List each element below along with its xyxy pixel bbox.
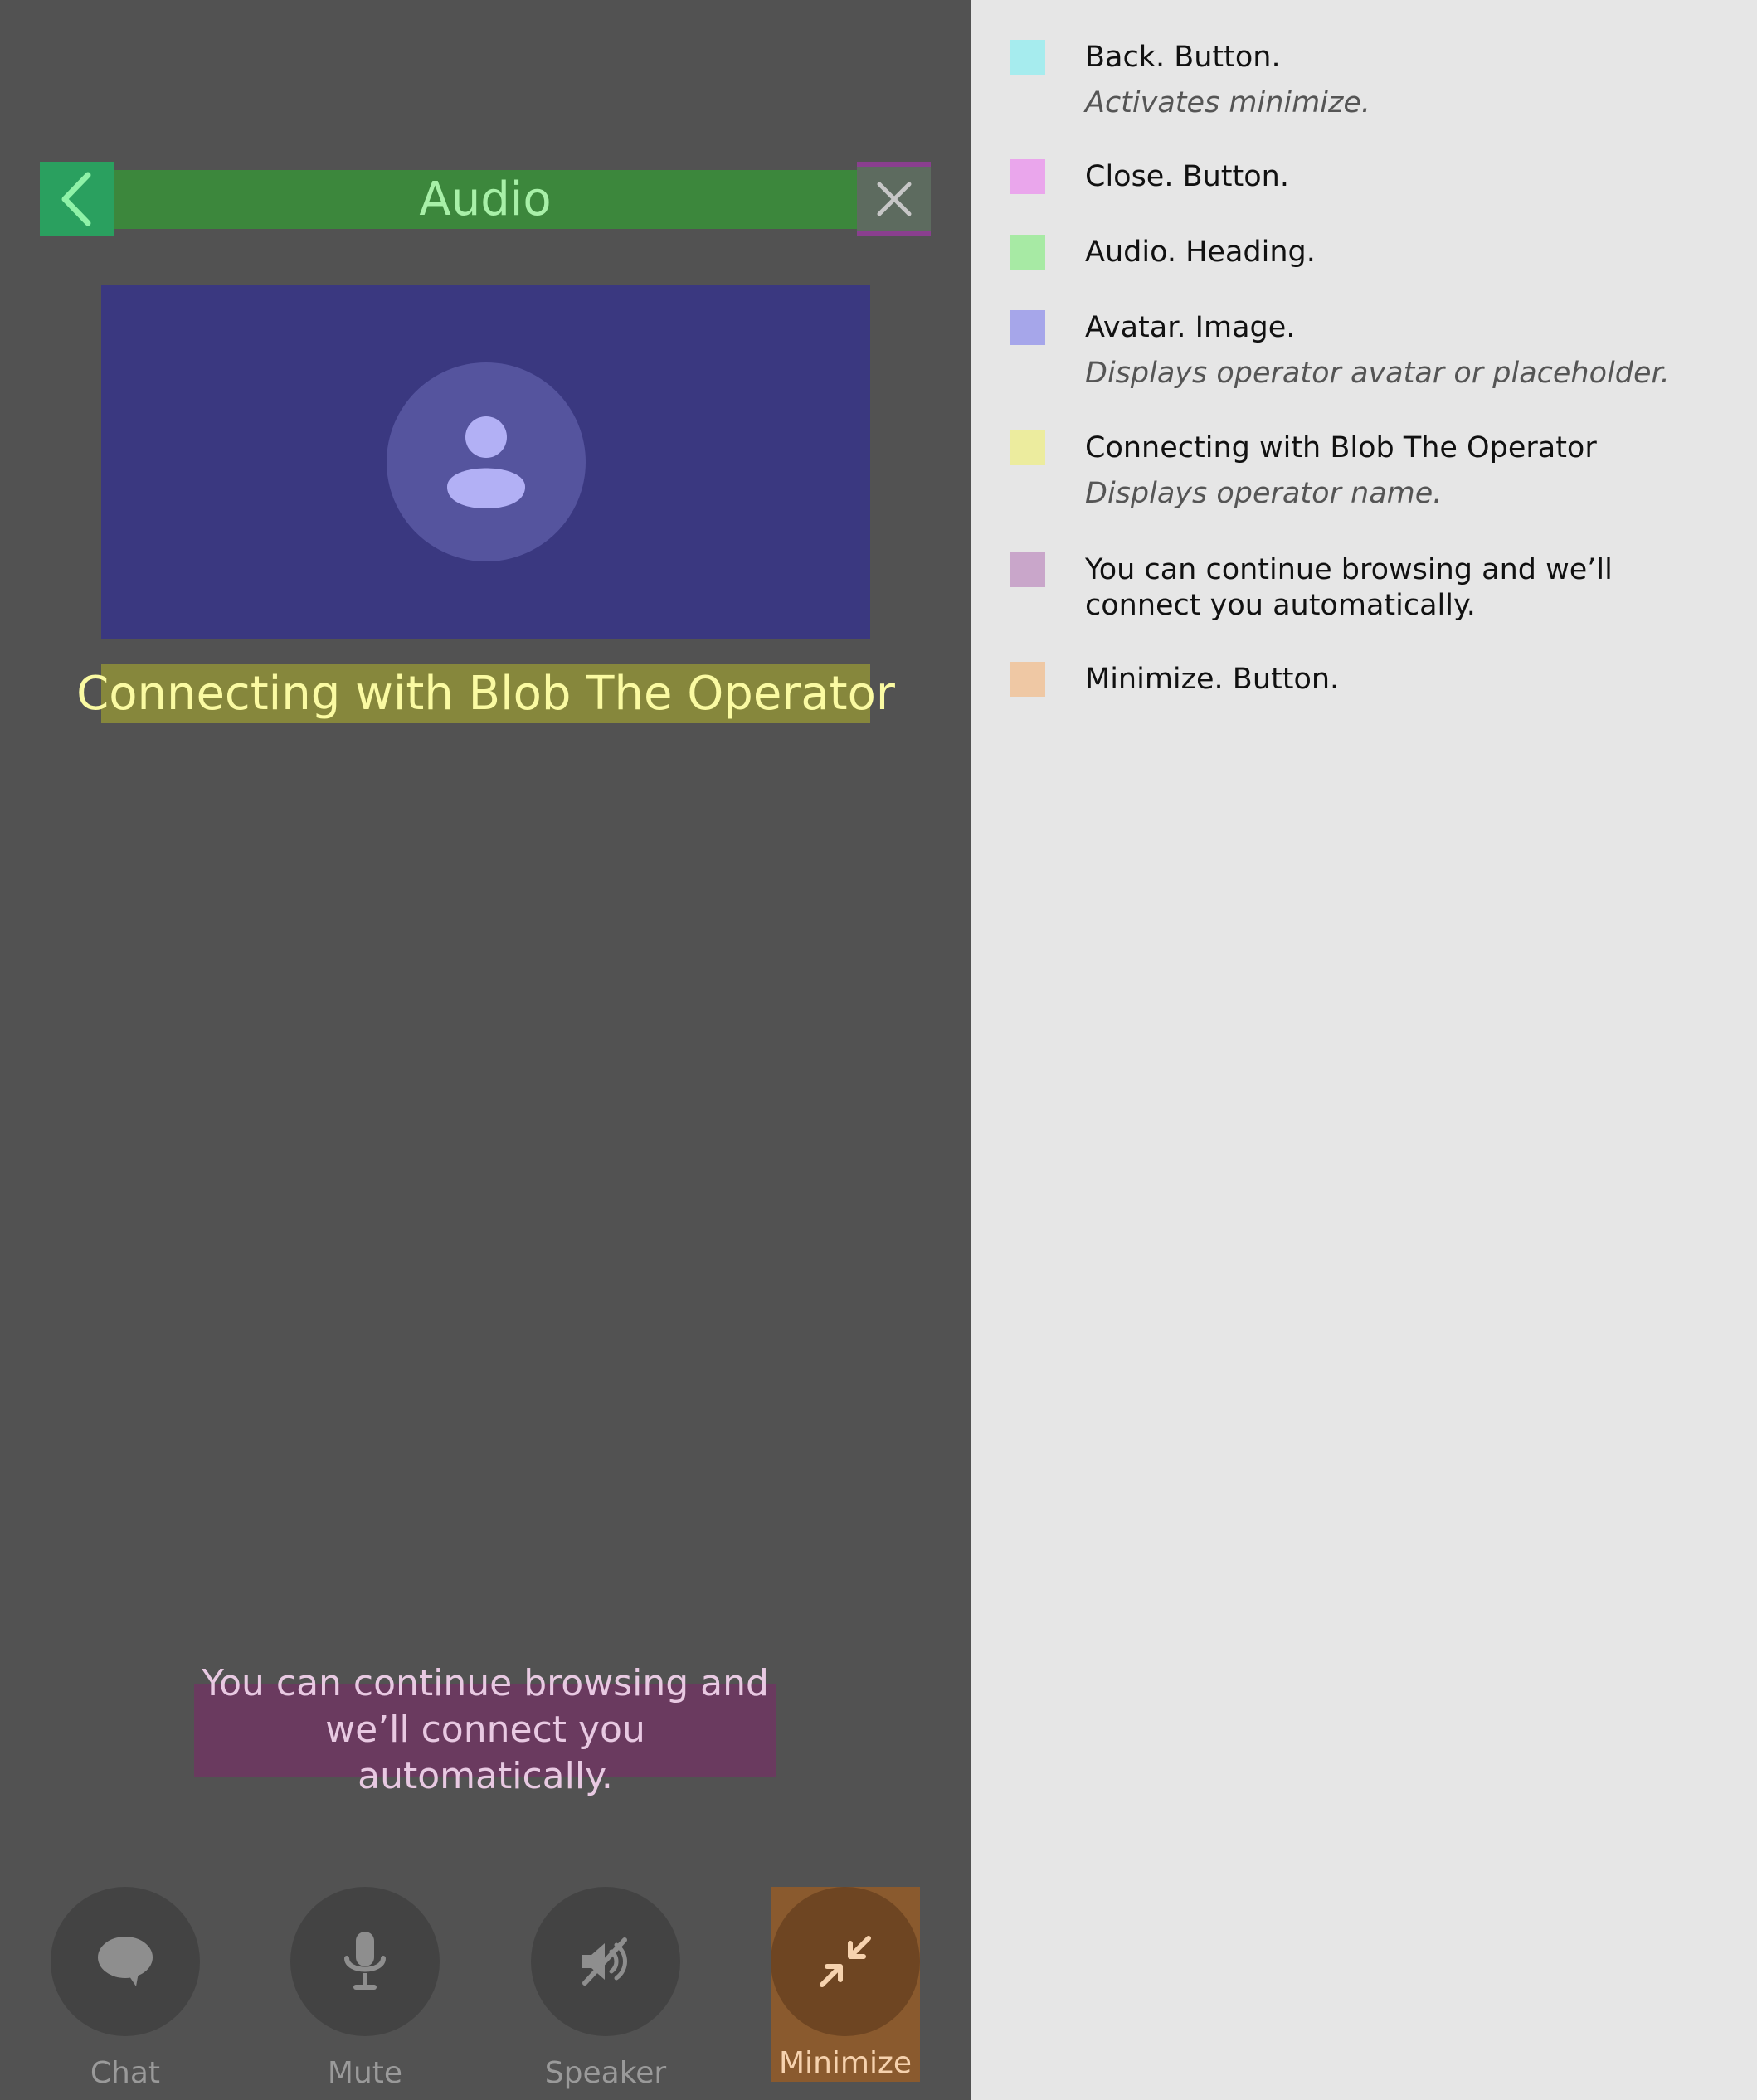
legend-description: Displays operator avatar or placeholder. (1085, 357, 1670, 390)
legend-title: Back. Button. (1085, 41, 1281, 74)
minimize-label: Minimize (779, 2046, 912, 2080)
close-icon (877, 182, 911, 216)
legend-title: Connecting with Blob The Operator (1085, 431, 1597, 464)
chat-label: Chat (90, 2056, 161, 2090)
audio-heading: Audio (419, 173, 552, 226)
chat-bubble-icon (98, 1937, 153, 1986)
person-icon (446, 416, 525, 508)
legend-title: Avatar. Image. (1085, 311, 1296, 344)
legend-swatch (1010, 430, 1045, 465)
legend-swatch (1010, 235, 1045, 270)
speaker-label: Speaker (544, 2056, 667, 2090)
legend-swatch (1010, 662, 1045, 697)
app-screen: Audio Connecting with Blob The Operator … (0, 0, 971, 2100)
legend-swatch (1010, 159, 1045, 194)
legend-description: Displays operator name. (1085, 477, 1443, 510)
microphone-icon (344, 1932, 386, 1990)
accessibility-legend: Back. Button. Activates minimize. Close.… (971, 0, 1757, 2100)
browsing-hint: You can continue browsing and we’ll conn… (194, 1662, 776, 1797)
minimize-button[interactable]: Minimize (771, 1887, 920, 2082)
mute-label: Mute (327, 2056, 403, 2090)
mute-button[interactable]: Mute (290, 1887, 440, 2090)
legend-title: Close. Button. (1085, 160, 1289, 193)
legend-title: You can continue browsing and we’ll conn… (1085, 553, 1613, 622)
speaker-off-icon (582, 1937, 627, 1986)
minimize-arrows-icon (820, 1936, 871, 1987)
chevron-left-icon (61, 172, 90, 226)
legend-description: Activates minimize. (1085, 86, 1370, 119)
legend-title: Minimize. Button. (1085, 663, 1340, 696)
operator-avatar (101, 285, 870, 639)
chat-button[interactable]: Chat (51, 1887, 200, 2090)
legend-title: Audio. Heading. (1085, 236, 1316, 269)
close-button[interactable] (857, 162, 931, 236)
legend-swatch (1010, 552, 1045, 587)
legend-swatch (1010, 310, 1045, 345)
operator-name: Connecting with Blob The Operator (76, 664, 895, 723)
legend-swatch (1010, 40, 1045, 75)
speaker-button[interactable]: Speaker (531, 1887, 680, 2090)
avatar-placeholder (386, 362, 586, 561)
back-button[interactable] (40, 162, 114, 236)
